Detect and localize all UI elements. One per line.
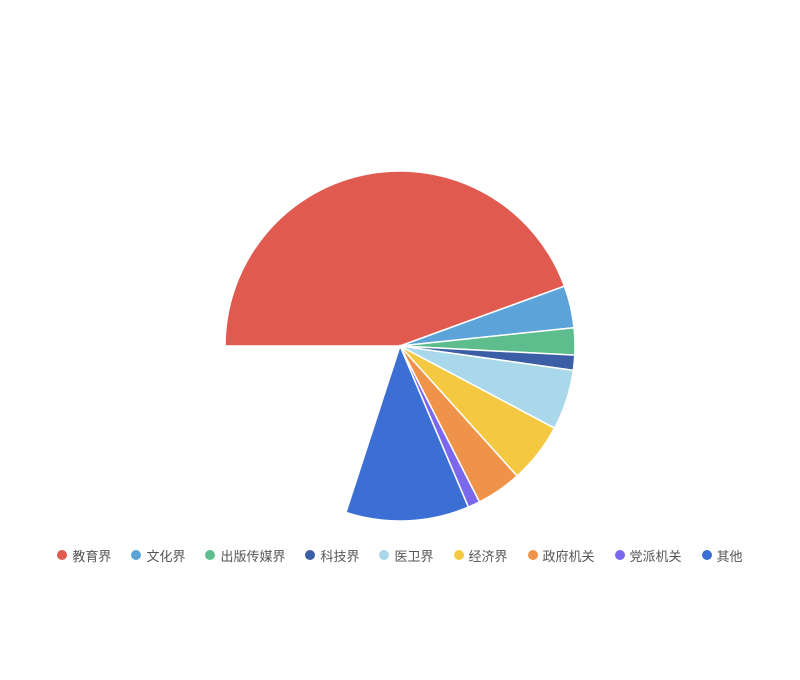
legend-label: 科技界 <box>320 546 359 565</box>
legend-item: 党派机关 <box>615 546 682 565</box>
legend-color-dot <box>205 550 215 560</box>
pie-container <box>150 146 650 526</box>
legend-color-dot <box>57 550 67 560</box>
chart-area: 教育界 文化界 出版传媒界 科技界 医卫界 经济界 政府机关 党派机关 其他 <box>40 50 760 660</box>
legend-item: 经济界 <box>454 546 508 565</box>
legend-label: 出版传媒界 <box>220 546 285 565</box>
legend-color-dot <box>379 550 389 560</box>
legend-color-dot <box>528 550 538 560</box>
legend-label: 党派机关 <box>630 546 682 565</box>
legend-color-dot <box>305 550 315 560</box>
pie-chart <box>150 146 650 526</box>
legend-item: 文化界 <box>131 546 185 565</box>
legend-label: 政府机关 <box>543 546 595 565</box>
legend-color-dot <box>702 550 712 560</box>
legend-item: 科技界 <box>305 546 359 565</box>
legend-label: 经济界 <box>469 546 508 565</box>
legend-label: 医卫界 <box>394 546 433 565</box>
legend-label: 其他 <box>717 546 743 565</box>
legend-item: 其他 <box>702 546 743 565</box>
legend-item: 出版传媒界 <box>205 546 285 565</box>
legend-label: 教育界 <box>72 546 111 565</box>
legend-color-dot <box>615 550 625 560</box>
legend-color-dot <box>454 550 464 560</box>
legend-color-dot <box>131 550 141 560</box>
legend-label: 文化界 <box>146 546 185 565</box>
legend-item: 教育界 <box>57 546 111 565</box>
legend-item: 政府机关 <box>528 546 595 565</box>
page: 教育界 文化界 出版传媒界 科技界 医卫界 经济界 政府机关 党派机关 其他 <box>0 0 800 680</box>
legend: 教育界 文化界 出版传媒界 科技界 医卫界 经济界 政府机关 党派机关 其他 <box>57 546 742 575</box>
legend-item: 医卫界 <box>379 546 433 565</box>
